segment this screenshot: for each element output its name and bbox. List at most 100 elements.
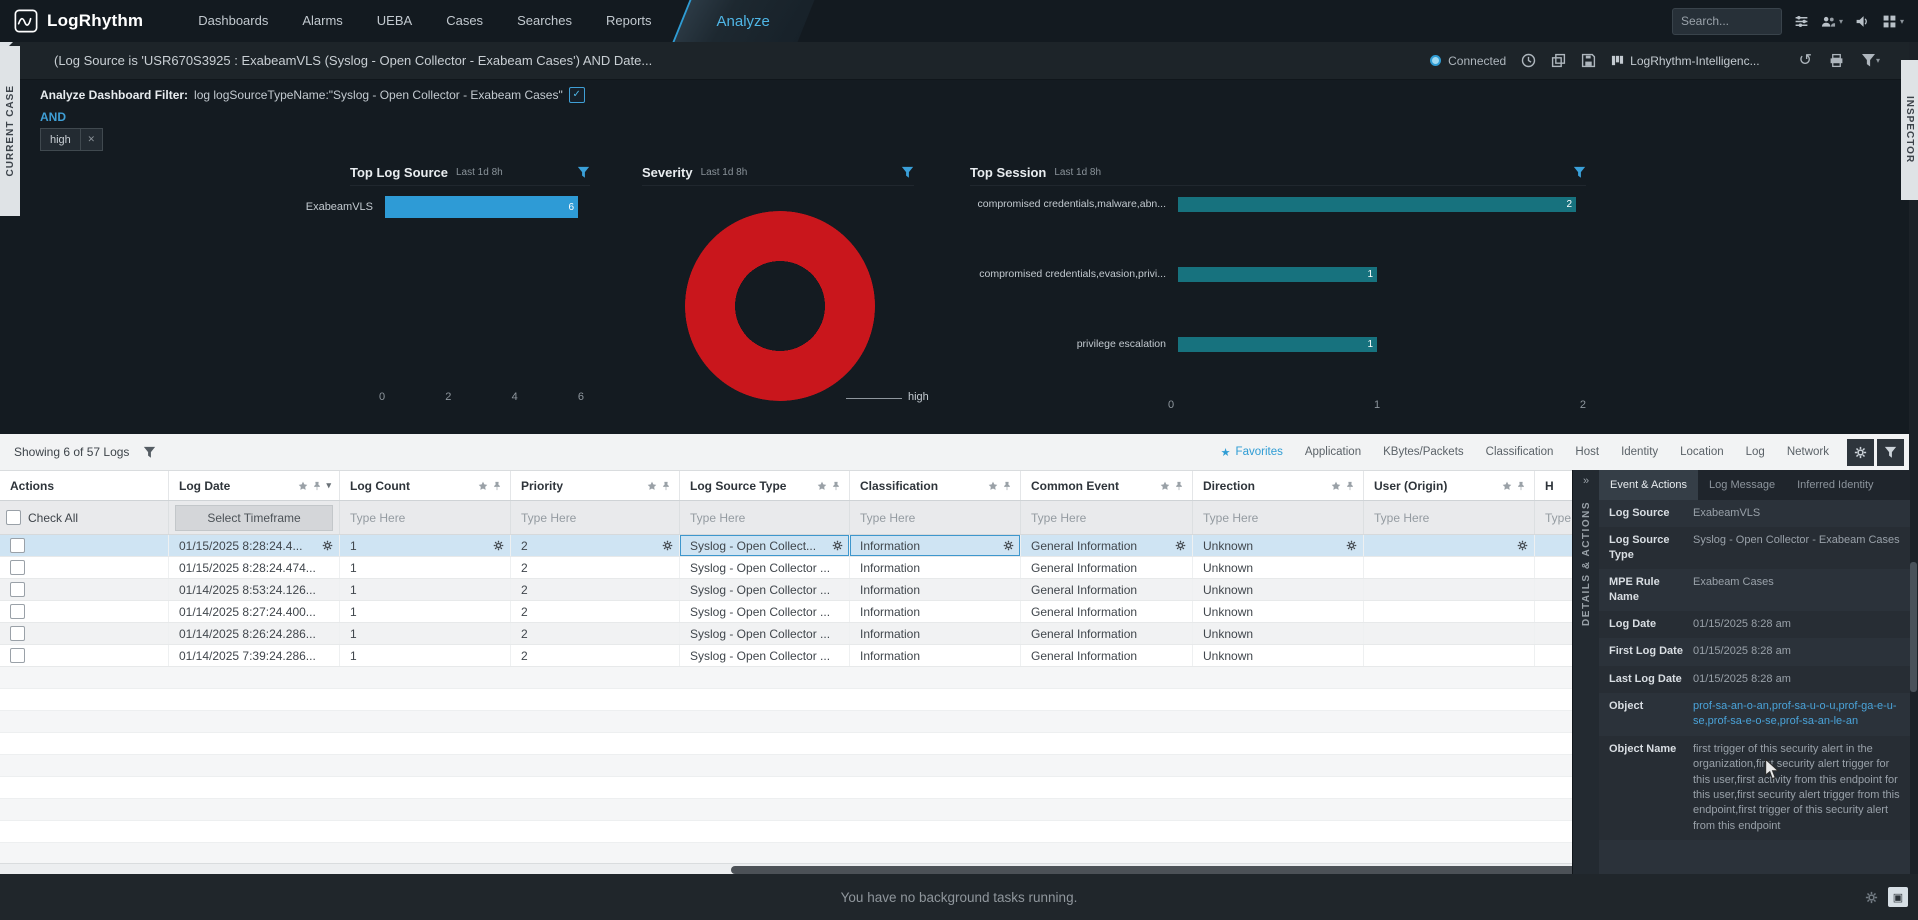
column-pin-icon[interactable]	[312, 481, 322, 491]
save-icon[interactable]	[1581, 53, 1596, 68]
search-input[interactable]: Search...	[1672, 8, 1782, 35]
column-header-common-event[interactable]: Common Event	[1021, 471, 1193, 500]
cell-actions-gear-icon[interactable]	[1517, 540, 1528, 551]
view-tab-application[interactable]: Application	[1305, 446, 1361, 458]
column-favorite-icon[interactable]	[647, 481, 657, 491]
view-tab-location[interactable]: Location	[1680, 446, 1723, 458]
view-tab-log[interactable]: Log	[1746, 446, 1765, 458]
filter-input-log-source-type[interactable]: Type Here	[686, 511, 843, 525]
filter-input-common-event[interactable]: Type Here	[1027, 511, 1186, 525]
history-clock-icon[interactable]	[1521, 53, 1536, 68]
popout-window-icon[interactable]	[1551, 53, 1566, 68]
column-favorite-icon[interactable]	[478, 481, 488, 491]
column-pin-icon[interactable]	[1174, 481, 1184, 491]
column-header-classification[interactable]: Classification	[850, 471, 1021, 500]
check-all-checkbox[interactable]	[6, 510, 21, 525]
row-checkbox[interactable]	[10, 626, 25, 641]
apps-grid-icon[interactable]: ▾	[1882, 14, 1904, 29]
view-tab-network[interactable]: Network	[1787, 446, 1829, 458]
column-favorite-icon[interactable]	[988, 481, 998, 491]
column-header-log-date[interactable]: Log Date▾	[169, 471, 340, 500]
bar-segment[interactable]: 1	[1178, 337, 1377, 352]
table-row[interactable]: 01/14/2025 7:39:24.286...12Syslog - Open…	[0, 645, 1596, 667]
horizontal-scrollbar-thumb[interactable]	[731, 866, 1581, 874]
details-actions-strip[interactable]: » DETAILS & ACTIONS	[1573, 470, 1599, 874]
inspector-side-tab[interactable]: INSPECTOR	[1901, 60, 1918, 200]
row-checkbox[interactable]	[10, 538, 25, 553]
column-pin-icon[interactable]	[1516, 481, 1526, 491]
row-checkbox[interactable]	[10, 648, 25, 663]
dashboard-filter-query[interactable]: log logSourceTypeName:"Syslog - Open Col…	[194, 88, 563, 102]
inspector-tab-log-message[interactable]: Log Message	[1698, 470, 1786, 500]
filter-input-user-origin[interactable]: Type Here	[1370, 511, 1528, 525]
table-row[interactable]: 01/15/2025 8:28:24.4...12Syslog - Open C…	[0, 535, 1596, 557]
background-tasks-gear-icon[interactable]	[1865, 891, 1878, 904]
filter-funnel-icon[interactable]: ▾	[1861, 53, 1880, 68]
filter-chip-high[interactable]: high	[40, 128, 81, 151]
user-audio-icon[interactable]	[1855, 14, 1870, 29]
column-header-actions[interactable]: Actions	[0, 471, 169, 500]
select-timeframe-button[interactable]: Select Timeframe	[175, 505, 333, 531]
app-logo[interactable]: LogRhythm	[0, 9, 157, 33]
cell-actions-gear-icon[interactable]	[662, 540, 673, 551]
sliders-icon[interactable]	[1794, 14, 1809, 29]
view-tab-host[interactable]: Host	[1575, 446, 1599, 458]
nav-item-ueba[interactable]: UEBA	[360, 0, 429, 42]
column-pin-icon[interactable]	[492, 481, 502, 491]
nav-item-reports[interactable]: Reports	[589, 0, 669, 42]
column-favorite-icon[interactable]	[1160, 481, 1170, 491]
column-header-log-count[interactable]: Log Count	[340, 471, 511, 500]
column-header-priority[interactable]: Priority	[511, 471, 680, 500]
column-header-log-source-type[interactable]: Log Source Type	[680, 471, 850, 500]
row-checkbox[interactable]	[10, 582, 25, 597]
chip-close-icon[interactable]: ✕	[81, 128, 103, 151]
cell-actions-gear-icon[interactable]	[1346, 540, 1357, 551]
view-tab-kbytes-packets[interactable]: KBytes/Packets	[1383, 446, 1464, 458]
nav-item-searches[interactable]: Searches	[500, 0, 589, 42]
vertical-scrollbar-thumb[interactable]	[1910, 562, 1917, 692]
column-favorite-icon[interactable]	[1502, 481, 1512, 491]
nav-item-cases[interactable]: Cases	[429, 0, 500, 42]
filter-input-log-count[interactable]: Type Here	[346, 511, 504, 525]
filter-input-priority[interactable]: Type Here	[517, 511, 673, 525]
table-row[interactable]: 01/15/2025 8:28:24.474...12Syslog - Open…	[0, 557, 1596, 579]
column-pin-icon[interactable]	[1002, 481, 1012, 491]
filter-enabled-checkbox[interactable]: ✓	[569, 87, 585, 103]
print-icon[interactable]	[1829, 53, 1844, 68]
severity-donut-chart[interactable]	[685, 211, 875, 401]
nav-item-alarms[interactable]: Alarms	[285, 0, 359, 42]
table-row[interactable]: 01/14/2025 8:26:24.286...12Syslog - Open…	[0, 623, 1596, 645]
current-case-tab[interactable]: CURRENT CASE	[0, 46, 20, 216]
column-favorite-icon[interactable]	[1331, 481, 1341, 491]
table-row[interactable]: 01/14/2025 8:53:24.126...12Syslog - Open…	[0, 579, 1596, 601]
inspector-tab-event-actions[interactable]: Event & Actions	[1599, 470, 1698, 500]
cell-actions-gear-icon[interactable]	[493, 540, 504, 551]
cell-actions-gear-icon[interactable]	[322, 540, 333, 551]
row-checkbox[interactable]	[10, 604, 25, 619]
filter-input-direction[interactable]: Type Here	[1199, 511, 1357, 525]
open-panel-icon[interactable]: ▣	[1888, 887, 1908, 907]
field-value[interactable]: prof-sa-an-o-an,prof-sa-u-o-u,prof-ga-e-…	[1693, 699, 1902, 730]
bar-segment[interactable]: 1	[1178, 267, 1377, 282]
grid-settings-gear-icon[interactable]	[1847, 439, 1874, 466]
column-pin-icon[interactable]	[661, 481, 671, 491]
bar-segment[interactable]: 2	[1178, 197, 1576, 212]
row-checkbox[interactable]	[10, 560, 25, 575]
users-icon[interactable]: ▾	[1821, 14, 1843, 29]
cell-actions-gear-icon[interactable]	[1175, 540, 1186, 551]
column-pin-icon[interactable]	[831, 481, 841, 491]
column-favorite-icon[interactable]	[817, 481, 827, 491]
tab-analyze[interactable]: Analyze	[681, 0, 806, 42]
column-favorite-icon[interactable]	[298, 481, 308, 491]
cell-actions-gear-icon[interactable]	[832, 540, 843, 551]
chart-filter-funnel-icon[interactable]	[577, 166, 590, 179]
collapse-panel-icon[interactable]: »	[1583, 475, 1589, 487]
cell-actions-gear-icon[interactable]	[1003, 540, 1014, 551]
table-row[interactable]: 01/14/2025 8:27:24.400...12Syslog - Open…	[0, 601, 1596, 623]
nav-item-dashboards[interactable]: Dashboards	[181, 0, 285, 42]
inspector-tab-inferred-identity[interactable]: Inferred Identity	[1786, 470, 1884, 500]
view-tab-favorites[interactable]: ★Favorites	[1221, 446, 1283, 459]
bar-segment[interactable]: 6	[385, 196, 578, 218]
grid-filter-funnel-icon[interactable]	[143, 446, 156, 459]
view-tab-classification[interactable]: Classification	[1486, 446, 1554, 458]
